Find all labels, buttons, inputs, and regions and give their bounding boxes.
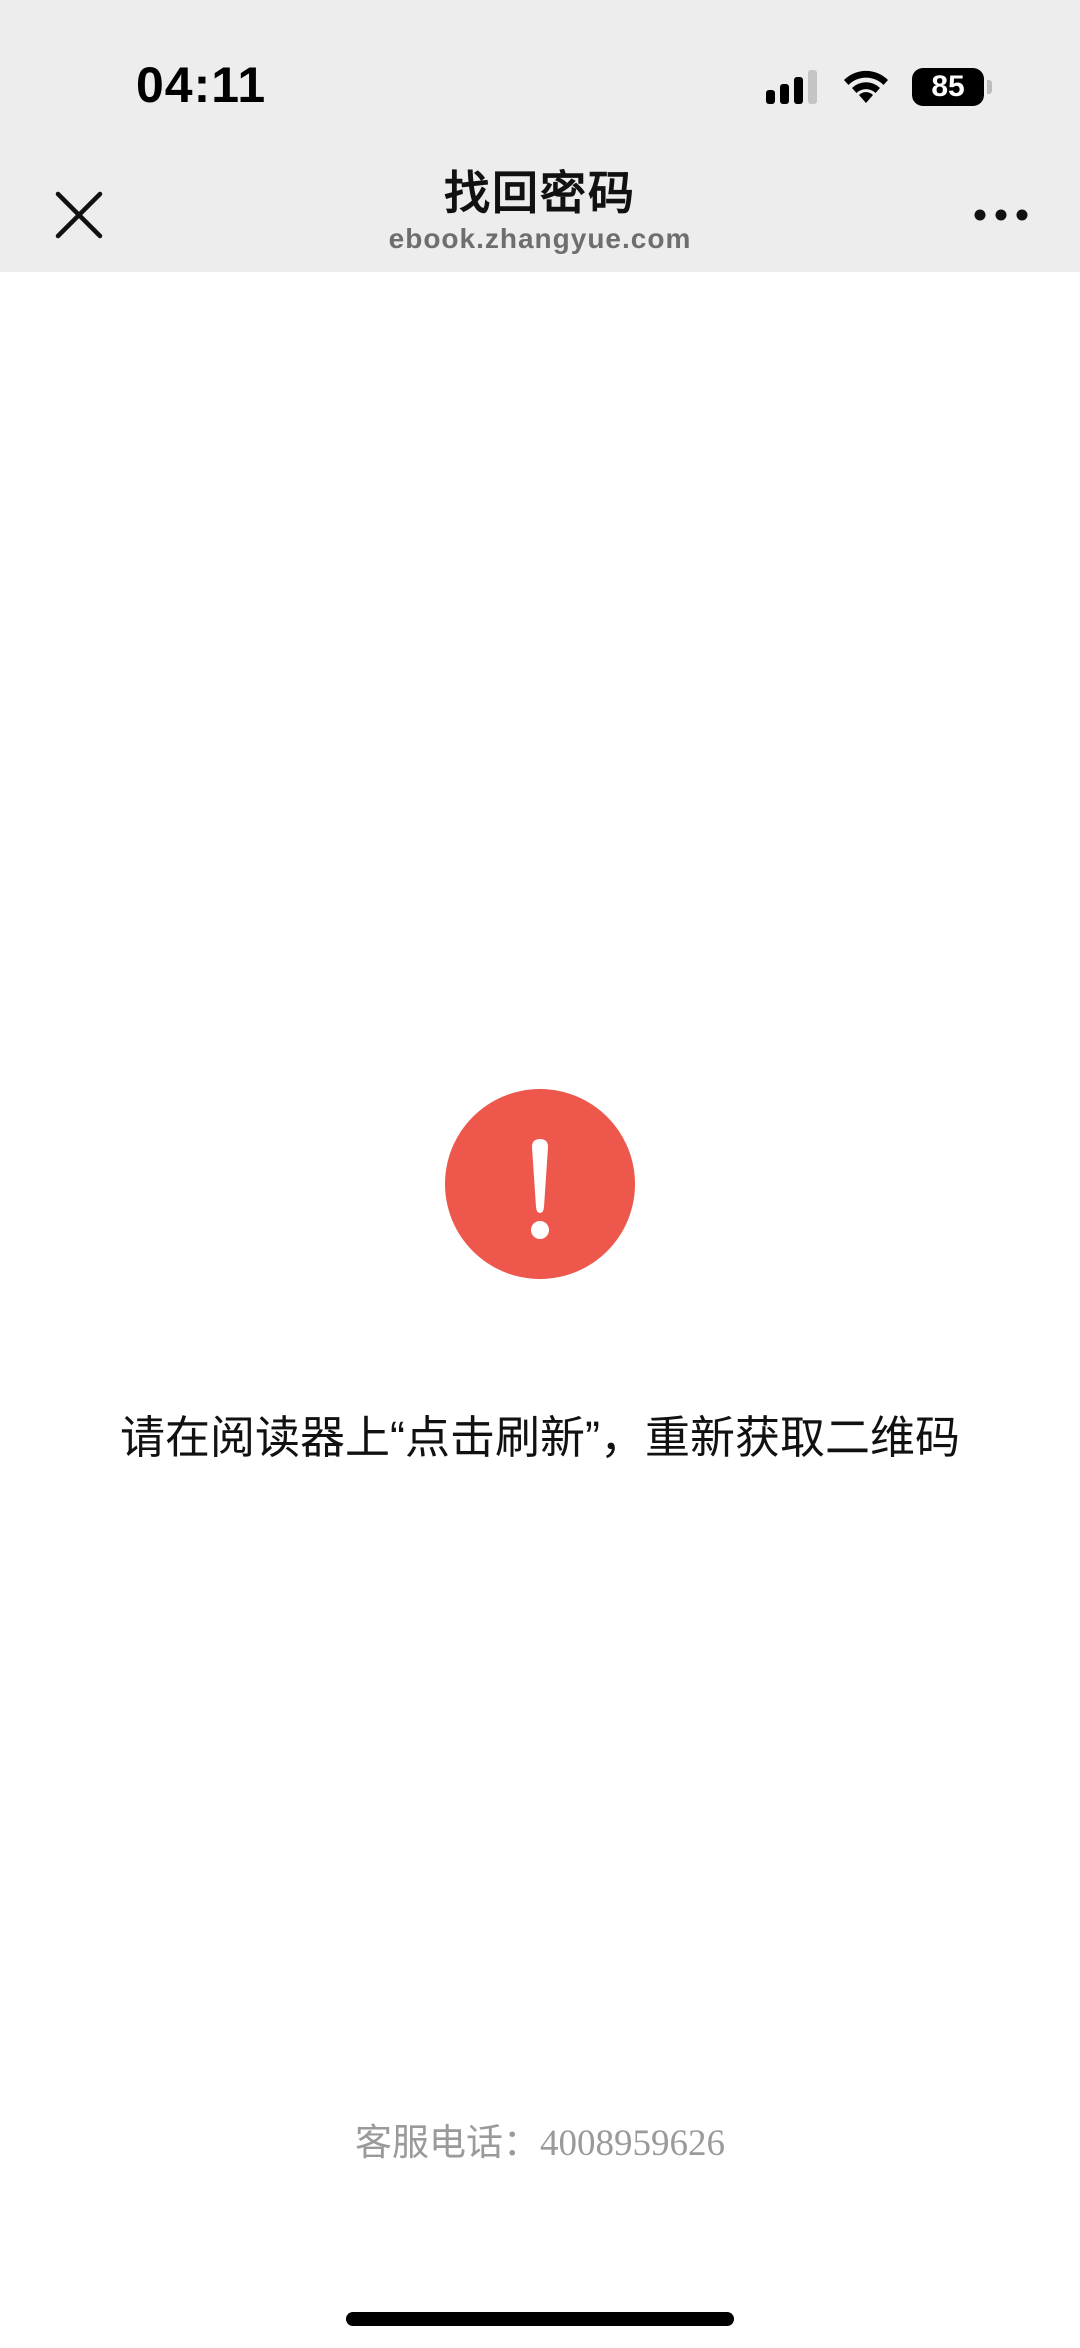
status-bar: 04:11 85 [0,0,1080,150]
hotline-number[interactable]: 4008959626 [540,2123,725,2164]
cellular-signal-icon [766,70,817,104]
home-indicator[interactable] [346,2312,734,2326]
top-area: 04:11 85 找回密码 ebook.zhangyue.com [0,0,1080,272]
battery-level: 85 [931,70,965,103]
hotline-label: 客服电话： [355,2123,540,2164]
more-button[interactable] [966,180,1036,250]
nav-bar: 找回密码 ebook.zhangyue.com [0,150,1080,272]
page-title: 找回密码 [444,167,636,219]
close-button[interactable] [44,180,114,250]
more-icon [974,209,1028,221]
exclamation-icon [531,1139,549,1239]
page-domain: ebook.zhangyue.com [388,223,692,254]
close-icon [55,191,103,239]
status-time: 04:11 [136,57,267,113]
battery-icon: 85 [912,68,992,106]
status-icons: 85 [766,64,992,110]
nav-title-block: 找回密码 ebook.zhangyue.com [240,164,840,256]
error-message: 请在阅读器上“点击刷新”，重新获取二维码 [120,1412,960,1463]
customer-service-hotline: 客服电话：4008959626 [0,2120,1080,2168]
alert-icon [445,1089,635,1279]
wifi-icon [844,70,888,103]
